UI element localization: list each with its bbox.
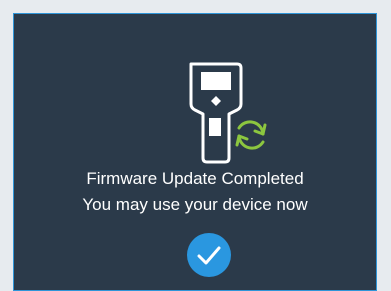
device-icon: [189, 62, 267, 164]
firmware-update-dialog: Firmware Update Completed You may use yo…: [13, 13, 377, 291]
update-complete-title: Firmware Update Completed: [86, 169, 304, 188]
confirm-button[interactable]: [187, 233, 231, 277]
sync-arrows-icon: [235, 120, 267, 150]
checkmark-icon: [197, 246, 221, 265]
update-complete-message: You may use your device now: [82, 195, 308, 214]
app-frame: Firmware Update Completed You may use yo…: [0, 0, 391, 291]
